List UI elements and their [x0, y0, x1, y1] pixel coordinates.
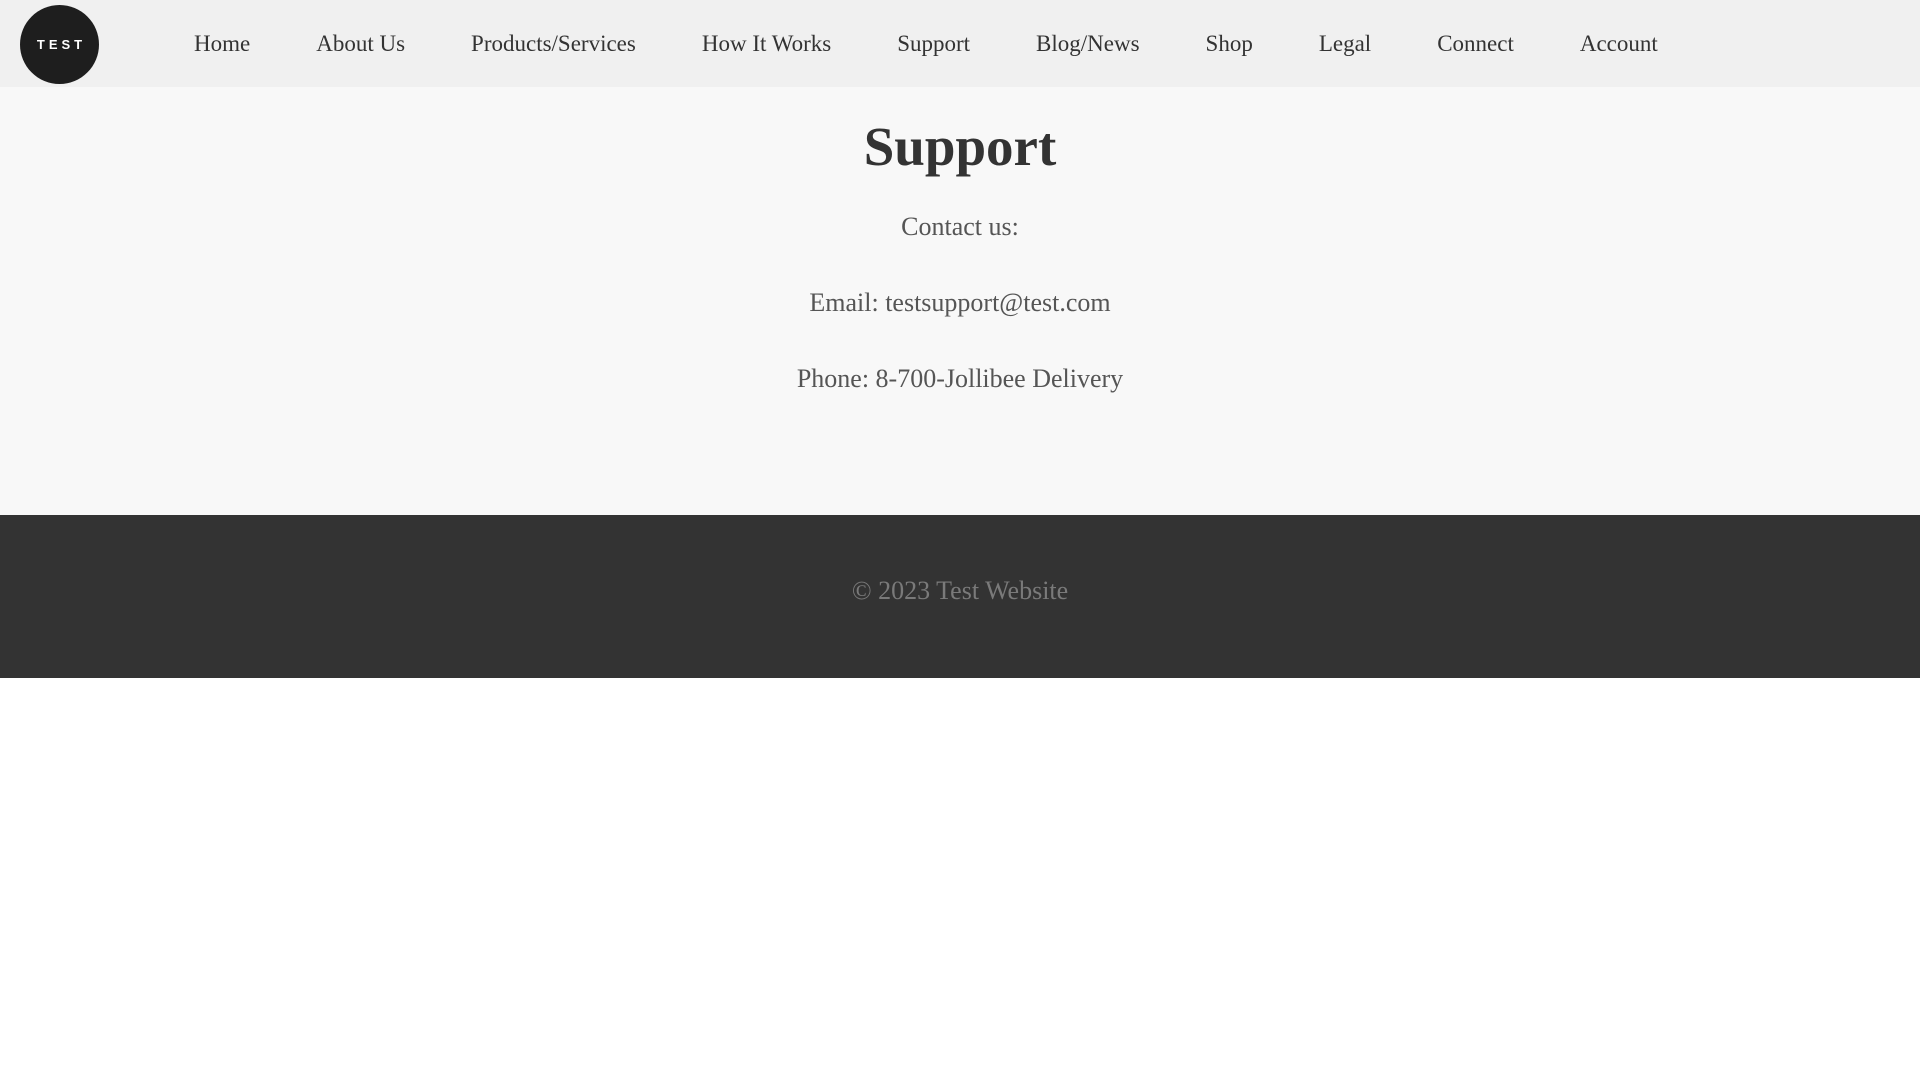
support-section: Support Contact us: Email: testsupport@t…	[0, 87, 1920, 515]
nav-link-legal[interactable]: Legal	[1319, 31, 1371, 57]
nav-link-about-us[interactable]: About Us	[316, 31, 405, 57]
nav-link-how-it-works[interactable]: How It Works	[702, 31, 831, 57]
contact-phone: Phone: 8-700-Jollibee Delivery	[796, 364, 1124, 393]
nav-link-account[interactable]: Account	[1580, 31, 1658, 57]
copyright-text: © 2023 Test Website	[851, 575, 1069, 605]
logo-text: TEST	[36, 37, 87, 52]
nav-link-blog-news[interactable]: Blog/News	[1036, 31, 1140, 57]
nav-link-shop[interactable]: Shop	[1206, 31, 1253, 57]
nav-link-home[interactable]: Home	[194, 31, 250, 57]
main-nav: Home About Us Products/Services How It W…	[194, 0, 1658, 87]
nav-link-products-services[interactable]: Products/Services	[471, 31, 636, 57]
site-footer: © 2023 Test Website	[0, 515, 1920, 678]
nav-link-support[interactable]: Support	[897, 31, 970, 57]
page-title: Support	[863, 116, 1057, 177]
top-navigation-bar: TEST Home About Us Products/Services How…	[0, 0, 1920, 87]
contact-email: Email: testsupport@test.com	[809, 288, 1111, 317]
site-logo[interactable]: TEST	[20, 5, 99, 84]
nav-link-connect[interactable]: Connect	[1437, 31, 1514, 57]
contact-heading: Contact us:	[901, 212, 1019, 241]
